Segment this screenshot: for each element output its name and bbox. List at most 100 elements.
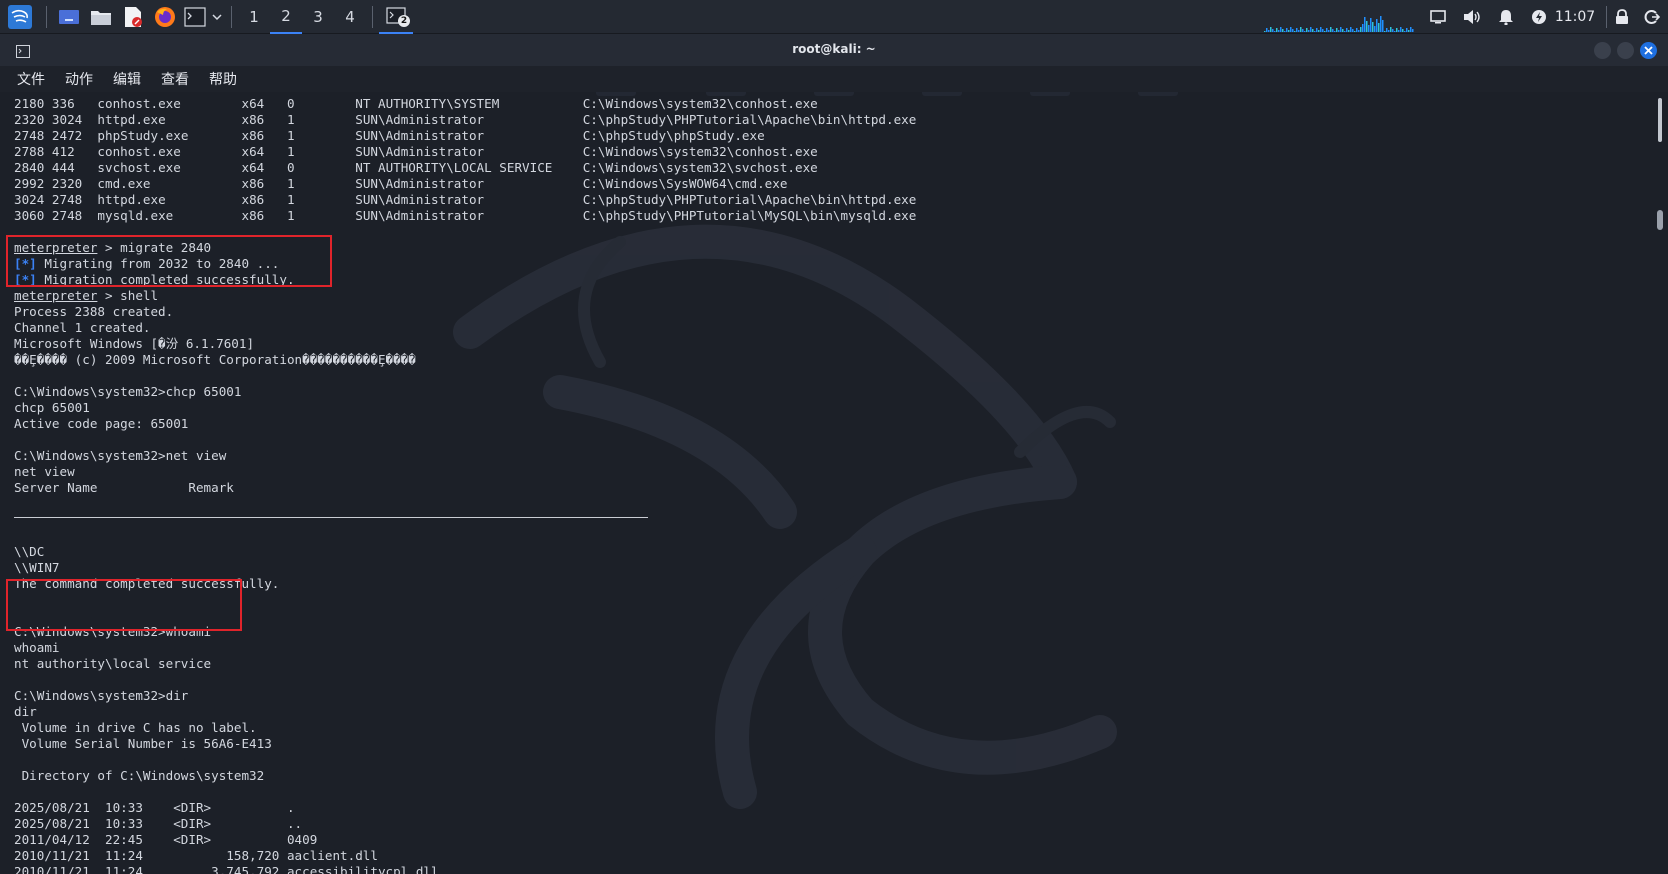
line-text: Active code page: 65001 <box>14 416 189 431</box>
process-name: phpStudy.exe <box>97 128 242 143</box>
menu-item-4[interactable]: 查看 <box>158 69 192 89</box>
scrollbar-thumb[interactable] <box>1657 210 1663 230</box>
process-row: 2788 412 conhost.exe x64 1 SUN\Administr… <box>14 144 916 160</box>
process-path: C:\Windows\SysWOW64\cmd.exe <box>582 176 788 191</box>
process-arch: x64 <box>241 160 287 175</box>
terminal-output: 2180 336 conhost.exe x64 0 NT AUTHORITY\… <box>14 96 916 874</box>
volume-icon[interactable] <box>1458 0 1486 34</box>
line-text: Directory of C:\Windows\system32 <box>14 768 265 783</box>
terminal-line: C:\Windows\system32>chcp 65001 <box>14 384 916 400</box>
terminal-scrollbar[interactable] <box>1652 92 1668 874</box>
terminal-line: meterpreter > shell <box>14 288 916 304</box>
highlight-box-migrate <box>6 235 332 287</box>
line-text: chcp 65001 <box>14 400 90 415</box>
process-session: 1 <box>286 208 356 223</box>
menu-item-5[interactable]: 帮助 <box>206 69 240 89</box>
process-row: 2992 2320 cmd.exe x86 1 SUN\Administrato… <box>14 176 916 192</box>
lock-icon[interactable] <box>1610 0 1634 34</box>
panel-separator <box>372 5 373 28</box>
terminal-line: dir <box>14 704 916 720</box>
process-pid: 2840 <box>14 160 52 175</box>
menu-item-2[interactable]: 动作 <box>62 69 96 89</box>
process-row: 2180 336 conhost.exe x64 0 NT AUTHORITY\… <box>14 96 916 112</box>
window-titlebar[interactable]: root@kali: ~ <box>0 34 1668 66</box>
workspace-4[interactable]: 4 <box>334 0 366 34</box>
power-status-icon[interactable] <box>1526 0 1552 34</box>
terminal-line: Volume Serial Number is 56A6-E413 <box>14 736 916 752</box>
display-icon[interactable] <box>1424 0 1452 34</box>
terminal-line: Active code page: 65001 <box>14 416 916 432</box>
terminal-line: 2011/04/12 22:45 <DIR> 0409 <box>14 832 916 848</box>
close-button[interactable] <box>1640 42 1657 59</box>
chevron-down-icon[interactable] <box>209 0 225 34</box>
workspace-2[interactable]: 2 <box>270 0 302 34</box>
process-ppid: 336 <box>51 96 98 111</box>
process-user: SUN\Administrator <box>355 192 583 207</box>
panel-separator <box>46 5 47 28</box>
window-title: root@kali: ~ <box>792 42 876 56</box>
firefox-icon[interactable] <box>149 0 181 34</box>
terminal-line: Server Name Remark <box>14 480 916 496</box>
panel-separator <box>1606 6 1607 28</box>
process-ppid: 412 <box>51 144 98 159</box>
maximize-button[interactable] <box>1617 42 1634 59</box>
process-path: C:\Windows\system32\conhost.exe <box>582 144 818 159</box>
menu-item-1[interactable]: 文件 <box>14 69 48 89</box>
process-ppid: 2472 <box>51 128 98 143</box>
terminal-area[interactable]: 2180 336 conhost.exe x64 0 NT AUTHORITY\… <box>0 92 1652 874</box>
process-pid: 3024 <box>14 192 52 207</box>
close-icon <box>1644 46 1653 55</box>
line-text: 2025/08/21 10:33 <DIR> .. <box>14 816 303 831</box>
terminal-line: whoami <box>14 640 916 656</box>
terminal-line: Process 2388 created. <box>14 304 916 320</box>
process-arch: x86 <box>241 192 287 207</box>
process-pid: 2320 <box>14 112 52 127</box>
process-ppid: 2748 <box>51 208 98 223</box>
terminal-icon[interactable] <box>181 0 209 34</box>
process-session: 1 <box>286 128 356 143</box>
terminal-line: \\WIN7 <box>14 560 916 576</box>
terminal-line: Channel 1 created. <box>14 320 916 336</box>
process-row: 3060 2748 mysqld.exe x86 1 SUN\Administr… <box>14 208 916 224</box>
desktop-icon[interactable] <box>53 0 85 34</box>
terminal-line: Volume in drive C has no label. <box>14 720 916 736</box>
clock[interactable]: 11:07 <box>1554 0 1596 34</box>
terminal-line: ��Ȩ���� (c) 2009 Microsoft Corporation��… <box>14 352 916 368</box>
process-path: C:\phpStudy\PHPTutorial\MySQL\bin\mysqld… <box>582 208 917 223</box>
kali-menu-icon[interactable] <box>0 0 40 34</box>
terminal-line: 2010/11/21 11:24 158,720 aaclient.dll <box>14 848 916 864</box>
menu-item-3[interactable]: 编辑 <box>110 69 144 89</box>
process-row: 3024 2748 httpd.exe x86 1 SUN\Administra… <box>14 192 916 208</box>
workspace-1[interactable]: 1 <box>238 0 270 34</box>
text-editor-icon[interactable] <box>117 0 149 34</box>
workspace-3[interactable]: 3 <box>302 0 334 34</box>
taskbar-terminal-task[interactable]: 2 <box>379 0 413 34</box>
line-text: 2025/08/21 10:33 <DIR> . <box>14 800 295 815</box>
line-text: Volume Serial Number is 56A6-E413 <box>14 736 272 751</box>
process-row: 2748 2472 phpStudy.exe x86 1 SUN\Adminis… <box>14 128 916 144</box>
top-panel: 1234 2 11:07 <box>0 0 1668 34</box>
terminal-line: \\DC <box>14 544 916 560</box>
process-arch: x86 <box>241 208 287 223</box>
file-manager-icon[interactable] <box>85 0 117 34</box>
notification-bell-icon[interactable] <box>1492 0 1520 34</box>
process-session: 1 <box>286 112 356 127</box>
logout-icon[interactable] <box>1640 0 1664 34</box>
process-path: C:\phpStudy\phpStudy.exe <box>582 128 765 143</box>
line-text: 2010/11/21 11:24 3,745,792 accessibility… <box>14 864 439 874</box>
process-arch: x86 <box>241 112 287 127</box>
process-session: 0 <box>286 160 356 175</box>
terminal-line: C:\Windows\system32>net view <box>14 448 916 464</box>
minimize-button[interactable] <box>1594 42 1611 59</box>
line-text: \\DC <box>14 544 45 559</box>
process-path: C:\Windows\system32\svchost.exe <box>582 160 818 175</box>
line-text: ��Ȩ���� (c) 2009 Microsoft Corporation��… <box>14 352 416 367</box>
process-pid: 2788 <box>14 144 52 159</box>
process-session: 0 <box>286 96 356 111</box>
process-name: svchost.exe <box>97 160 242 175</box>
task-count-badge: 2 <box>398 14 410 27</box>
line-text: Microsoft Windows [�汾 6.1.7601] <box>14 336 255 351</box>
